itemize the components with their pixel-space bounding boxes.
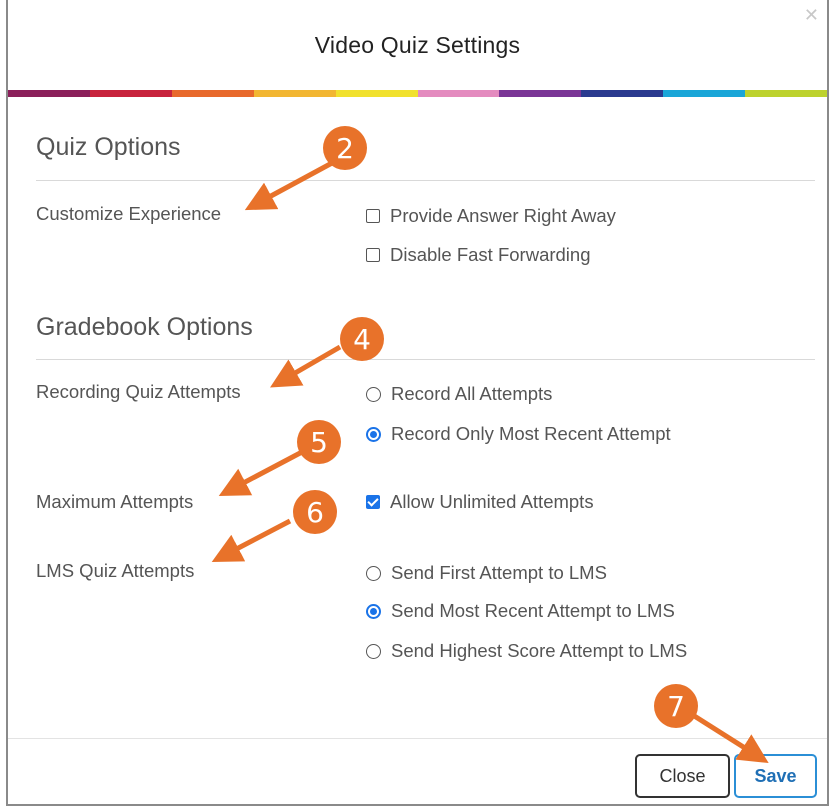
allow-unlimited-attempts-label: Allow Unlimited Attempts <box>390 491 594 512</box>
radio-circle-selected[interactable] <box>366 603 381 619</box>
video-quiz-settings-dialog: Video Quiz Settings ✕ Quiz Options Custo… <box>6 0 829 806</box>
rainbow-segment <box>171 90 254 97</box>
quiz-options-divider <box>36 180 815 181</box>
rainbow-segment <box>581 90 664 97</box>
save-button[interactable]: Save <box>734 754 817 798</box>
disable-fast-forward-label: Disable Fast Forwarding <box>390 244 591 265</box>
gradebook-options-heading: Gradebook Options <box>36 313 253 341</box>
quiz-options-heading: Quiz Options <box>36 133 181 161</box>
rainbow-segment <box>335 90 418 97</box>
rainbow-segment <box>8 90 90 97</box>
send-first-attempt-radio[interactable]: Send First Attempt to LMS <box>366 562 607 584</box>
rainbow-segment <box>253 90 336 97</box>
radio-circle[interactable] <box>366 386 381 402</box>
callout-badge-7: 7 <box>654 684 698 728</box>
provide-answer-label: Provide Answer Right Away <box>390 205 616 226</box>
gradebook-options-divider <box>36 359 815 360</box>
dialog-title: Video Quiz Settings <box>314 32 521 58</box>
record-all-attempts-label: Record All Attempts <box>391 383 553 404</box>
rainbow-segment <box>663 90 746 97</box>
rainbow-segment <box>499 90 582 97</box>
send-most-recent-label: Send Most Recent Attempt to LMS <box>391 600 675 621</box>
radio-circle-selected[interactable] <box>366 426 381 442</box>
record-most-recent-label: Record Only Most Recent Attempt <box>391 423 671 444</box>
disable-fast-forward-checkbox[interactable]: Disable Fast Forwarding <box>366 244 591 266</box>
record-most-recent-radio[interactable]: Record Only Most Recent Attempt <box>366 423 671 445</box>
callout-badge-4: 4 <box>340 317 384 361</box>
rainbow-segment <box>89 90 172 97</box>
lms-quiz-attempts-label: LMS Quiz Attempts <box>36 560 195 581</box>
radio-circle[interactable] <box>366 643 381 659</box>
send-most-recent-radio[interactable]: Send Most Recent Attempt to LMS <box>366 600 675 622</box>
rainbow-segment <box>745 90 828 97</box>
maximum-attempts-label: Maximum Attempts <box>36 491 194 512</box>
checkbox-box-checked[interactable] <box>366 495 380 509</box>
allow-unlimited-attempts-checkbox[interactable]: Allow Unlimited Attempts <box>366 491 594 513</box>
footer-divider <box>8 738 827 739</box>
callout-badge-5: 5 <box>297 420 341 464</box>
send-highest-score-radio[interactable]: Send Highest Score Attempt to LMS <box>366 640 687 662</box>
radio-circle[interactable] <box>366 565 381 581</box>
rainbow-segment <box>417 90 500 97</box>
provide-answer-checkbox[interactable]: Provide Answer Right Away <box>366 205 616 227</box>
recording-quiz-attempts-label: Recording Quiz Attempts <box>36 381 241 402</box>
checkbox-box[interactable] <box>366 248 380 262</box>
callout-badge-6: 6 <box>293 490 337 534</box>
close-icon[interactable]: ✕ <box>804 6 819 24</box>
rainbow-bar <box>8 90 828 97</box>
close-button[interactable]: Close <box>635 754 730 798</box>
customize-experience-label: Customize Experience <box>36 203 222 224</box>
checkbox-box[interactable] <box>366 209 380 223</box>
send-first-attempt-label: Send First Attempt to LMS <box>391 562 607 583</box>
send-highest-score-label: Send Highest Score Attempt to LMS <box>391 640 688 661</box>
record-all-attempts-radio[interactable]: Record All Attempts <box>366 383 552 405</box>
dialog-header: Video Quiz Settings ✕ <box>8 0 827 90</box>
callout-badge-2: 2 <box>323 126 367 170</box>
